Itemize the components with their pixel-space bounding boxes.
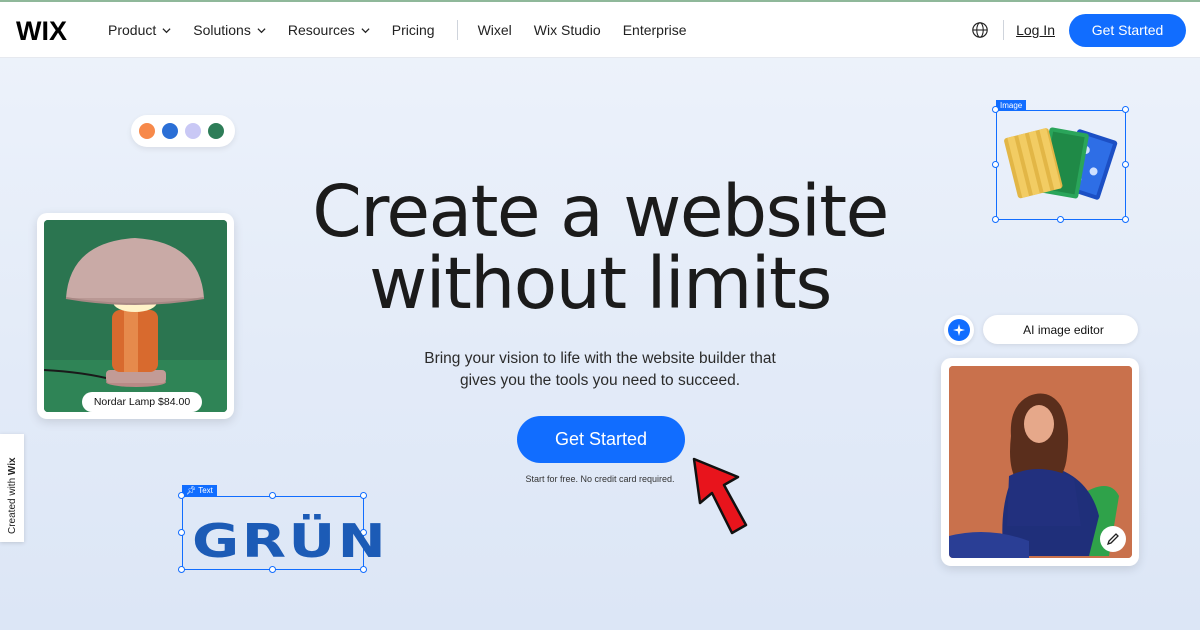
resize-handle[interactable] xyxy=(178,492,185,499)
resize-handle[interactable] xyxy=(1122,106,1129,113)
grun-text-element[interactable]: GRÜN xyxy=(192,514,388,568)
nav-item-resources[interactable]: Resources xyxy=(288,22,370,38)
wix-logo[interactable]: WIX xyxy=(16,16,67,47)
resize-handle[interactable] xyxy=(992,161,999,168)
resize-handle[interactable] xyxy=(178,529,185,536)
nav-item-wixel[interactable]: Wixel xyxy=(478,22,512,38)
resize-handle[interactable] xyxy=(269,492,276,499)
nav-item-product[interactable]: Product xyxy=(108,22,171,38)
nav-item-label: Enterprise xyxy=(622,22,687,38)
hero-title-line-2: without limits xyxy=(369,242,832,325)
pin-icon: 📌︎ xyxy=(186,486,197,495)
chevron-down-icon xyxy=(162,27,171,33)
color-swatch-orange[interactable] xyxy=(139,123,155,139)
resize-handle[interactable] xyxy=(1122,216,1129,223)
nav-item-label: Product xyxy=(108,22,157,38)
resize-handle[interactable] xyxy=(1122,161,1129,168)
chevron-down-icon xyxy=(257,27,266,33)
nav-item-label: Wixel xyxy=(477,22,512,38)
nav-item-enterprise[interactable]: Enterprise xyxy=(623,22,687,38)
nav-divider xyxy=(1003,20,1005,40)
photo-card-woman[interactable] xyxy=(941,358,1139,566)
color-swatch-lavender[interactable] xyxy=(185,123,201,139)
books-image xyxy=(1004,127,1118,200)
ai-image-editor-pill[interactable]: AI image editor xyxy=(983,315,1138,344)
login-link[interactable]: Log In xyxy=(1016,22,1055,38)
sparkle-icon xyxy=(948,319,970,341)
hero-get-started-button[interactable]: Get Started xyxy=(517,416,685,463)
get-started-button[interactable]: Get Started xyxy=(1069,13,1186,47)
globe-icon[interactable] xyxy=(971,21,989,39)
color-swatch-green[interactable] xyxy=(208,123,224,139)
resize-handle[interactable] xyxy=(992,216,999,223)
chevron-down-icon xyxy=(361,27,370,33)
created-with-wix-badge[interactable]: Created with Wix xyxy=(0,434,24,542)
image-element-tag: Image xyxy=(996,100,1027,111)
price-label: Nordar Lamp $84.00 xyxy=(82,392,202,412)
text-element-tag: 📌︎ Text xyxy=(182,485,217,496)
nav-actions: Log In Get Started xyxy=(971,2,1186,58)
nav-item-label: Resources xyxy=(287,22,355,38)
resize-handle[interactable] xyxy=(360,492,367,499)
nav-item-solutions[interactable]: Solutions xyxy=(193,22,266,38)
resize-handle[interactable] xyxy=(992,106,999,113)
nav-item-wix-studio[interactable]: Wix Studio xyxy=(534,22,601,38)
nav-item-label: Pricing xyxy=(391,22,435,38)
top-navigation: WIX Product Solutions Resources Pricing … xyxy=(0,2,1200,58)
nav-item-label: Solutions xyxy=(193,22,251,38)
nav-divider xyxy=(456,20,458,40)
woman-photo xyxy=(949,366,1132,558)
nav-item-pricing[interactable]: Pricing xyxy=(392,22,435,38)
edit-button[interactable] xyxy=(1100,526,1126,552)
color-swatch-blue[interactable] xyxy=(162,123,178,139)
nav-item-label: Wix Studio xyxy=(533,22,601,38)
resize-handle[interactable] xyxy=(1057,216,1064,223)
created-with-label: Created with Wix xyxy=(7,457,18,534)
ai-button[interactable] xyxy=(944,315,974,345)
resize-handle[interactable] xyxy=(178,566,185,573)
color-palette-widget xyxy=(131,115,235,147)
red-pointer-arrow-icon xyxy=(692,457,748,535)
pencil-icon xyxy=(1106,533,1119,546)
nav-links: Product Solutions Resources Pricing Wixe… xyxy=(108,2,709,58)
